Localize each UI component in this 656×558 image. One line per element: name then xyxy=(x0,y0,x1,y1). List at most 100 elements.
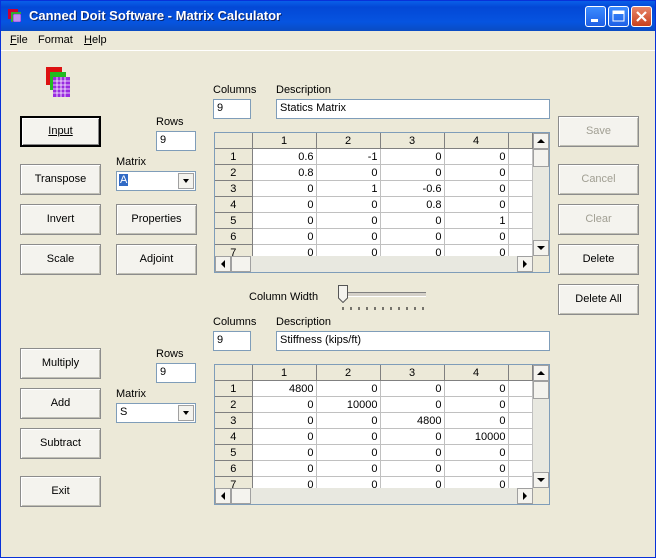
scroll-thumb[interactable] xyxy=(231,256,251,272)
column-header[interactable] xyxy=(508,365,533,381)
grid-cell[interactable]: 0 xyxy=(252,428,317,445)
row-header[interactable]: 2 xyxy=(215,396,253,413)
grid-cell[interactable]: 0 xyxy=(316,212,381,229)
chevron-down-icon[interactable] xyxy=(178,173,194,189)
bottom-rows-input[interactable]: 9 xyxy=(156,363,196,383)
grid-cell[interactable] xyxy=(508,164,533,181)
row-header[interactable]: 3 xyxy=(215,412,253,429)
grid-cell[interactable]: 0 xyxy=(380,164,445,181)
grid-cell[interactable]: 10000 xyxy=(444,428,509,445)
grid-cell[interactable]: 0.8 xyxy=(380,196,445,213)
grid-cell[interactable]: -0.6 xyxy=(380,180,445,197)
scroll-up-icon[interactable] xyxy=(533,365,549,381)
delete-button[interactable]: Delete xyxy=(558,244,639,275)
grid-cell[interactable] xyxy=(508,180,533,197)
grid-cell[interactable]: 0 xyxy=(316,460,381,477)
cancel-button[interactable]: Cancel xyxy=(558,164,639,195)
add-button[interactable]: Add xyxy=(20,388,101,419)
menu-file[interactable]: File xyxy=(10,34,28,46)
chevron-down-icon[interactable] xyxy=(178,405,194,421)
column-width-slider-thumb[interactable] xyxy=(338,285,348,303)
grid-cell[interactable]: 0 xyxy=(444,228,509,245)
row-header[interactable]: 4 xyxy=(215,428,253,445)
top-description-input[interactable]: Statics Matrix xyxy=(276,99,550,119)
grid-cell[interactable]: 0 xyxy=(444,380,509,397)
menu-format[interactable]: Format xyxy=(38,34,73,46)
grid-cell[interactable] xyxy=(508,196,533,213)
maximize-button[interactable] xyxy=(608,6,629,27)
grid-cell[interactable]: 4800 xyxy=(252,380,317,397)
column-header[interactable]: 2 xyxy=(316,365,381,381)
scroll-left-icon[interactable] xyxy=(215,488,231,504)
minimize-button[interactable] xyxy=(585,6,606,27)
row-header[interactable]: 6 xyxy=(215,228,253,245)
top-matrix-grid[interactable]: 1 2 3 4 1 0.6 -1 0 0 2 0.8 0 0 0 3 0 1 -0.6 0 4 0 0 0.8… xyxy=(214,132,550,273)
grid-cell[interactable] xyxy=(508,444,533,461)
grid-cell[interactable]: 0.6 xyxy=(252,148,317,165)
grid-cell[interactable]: 0 xyxy=(380,212,445,229)
grid-cell[interactable]: 0 xyxy=(252,212,317,229)
exit-button[interactable]: Exit xyxy=(20,476,101,507)
grid-cell[interactable]: 0 xyxy=(380,396,445,413)
grid-cell[interactable]: 0 xyxy=(380,428,445,445)
scale-button[interactable]: Scale xyxy=(20,244,101,275)
bottom-grid-vertical-scrollbar[interactable] xyxy=(533,365,549,488)
row-header[interactable]: 3 xyxy=(215,180,253,197)
grid-cell[interactable]: 10000 xyxy=(316,396,381,413)
grid-cell[interactable]: 0 xyxy=(316,412,381,429)
row-header[interactable]: 4 xyxy=(215,196,253,213)
row-header[interactable]: 6 xyxy=(215,460,253,477)
bottom-grid-horizontal-scrollbar[interactable] xyxy=(215,488,533,504)
column-header[interactable]: 1 xyxy=(252,133,317,149)
row-header[interactable]: 5 xyxy=(215,212,253,229)
top-rows-input[interactable]: 9 xyxy=(156,131,196,151)
grid-cell[interactable]: 0 xyxy=(316,380,381,397)
grid-cell[interactable]: 0 xyxy=(252,196,317,213)
grid-cell[interactable]: 0 xyxy=(252,444,317,461)
transpose-button[interactable]: Transpose xyxy=(20,164,101,195)
grid-cell[interactable] xyxy=(508,460,533,477)
grid-cell[interactable] xyxy=(508,412,533,429)
row-header[interactable]: 5 xyxy=(215,444,253,461)
column-header[interactable]: 2 xyxy=(316,133,381,149)
grid-cell[interactable]: 0 xyxy=(444,396,509,413)
bottom-columns-input[interactable]: 9 xyxy=(213,331,251,351)
grid-cell[interactable]: 0 xyxy=(444,444,509,461)
grid-cell[interactable]: 0 xyxy=(444,412,509,429)
grid-cell[interactable] xyxy=(508,228,533,245)
grid-cell[interactable]: -1 xyxy=(316,148,381,165)
grid-cell[interactable]: 1 xyxy=(316,180,381,197)
title-bar[interactable]: Canned Doit Software - Matrix Calculator xyxy=(1,1,655,31)
grid-cell[interactable]: 0 xyxy=(316,196,381,213)
grid-cell[interactable]: 0 xyxy=(316,444,381,461)
adjoint-button[interactable]: Adjoint xyxy=(116,244,197,275)
column-header[interactable]: 4 xyxy=(444,365,509,381)
top-columns-input[interactable]: 9 xyxy=(213,99,251,119)
row-header[interactable]: 1 xyxy=(215,148,253,165)
grid-cell[interactable]: 0 xyxy=(252,180,317,197)
scroll-left-icon[interactable] xyxy=(215,256,231,272)
scroll-up-icon[interactable] xyxy=(533,133,549,149)
row-header[interactable]: 2 xyxy=(215,164,253,181)
grid-cell[interactable]: 0 xyxy=(380,460,445,477)
grid-cell[interactable]: 0 xyxy=(444,460,509,477)
grid-cell[interactable]: 0 xyxy=(316,228,381,245)
column-header[interactable]: 4 xyxy=(444,133,509,149)
grid-cell[interactable]: 0 xyxy=(380,444,445,461)
grid-cell[interactable] xyxy=(508,396,533,413)
grid-cell[interactable] xyxy=(508,212,533,229)
delete-all-button[interactable]: Delete All xyxy=(558,284,639,315)
top-grid-vertical-scrollbar[interactable] xyxy=(533,133,549,256)
column-header[interactable]: 3 xyxy=(380,365,445,381)
invert-button[interactable]: Invert xyxy=(20,204,101,235)
grid-cell[interactable]: 0 xyxy=(252,412,317,429)
grid-cell[interactable]: 0 xyxy=(444,148,509,165)
grid-cell[interactable]: 0 xyxy=(380,380,445,397)
grid-cell[interactable] xyxy=(508,148,533,165)
column-width-slider-track[interactable] xyxy=(344,292,426,297)
grid-cell[interactable]: 4800 xyxy=(380,412,445,429)
grid-cell[interactable]: 0 xyxy=(252,396,317,413)
grid-cell[interactable]: 0 xyxy=(252,228,317,245)
grid-cell[interactable] xyxy=(508,428,533,445)
scroll-right-icon[interactable] xyxy=(517,488,533,504)
